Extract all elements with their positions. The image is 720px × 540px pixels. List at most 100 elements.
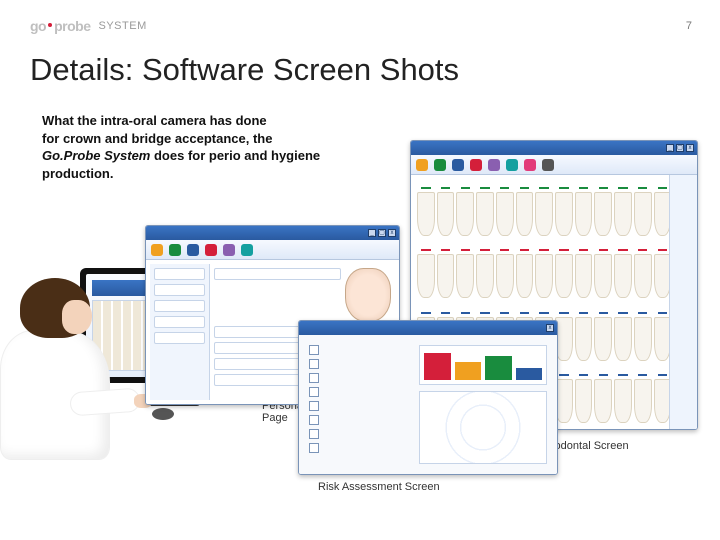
panel-item[interactable]	[154, 268, 205, 280]
page-number: 7	[686, 20, 692, 32]
tooth-icon[interactable]	[634, 317, 652, 361]
tooth-icon[interactable]	[417, 192, 435, 236]
lead-paragraph: What the intra-oral camera has done for …	[0, 88, 340, 182]
toolbar-icon[interactable]	[151, 244, 163, 256]
tooth-icon[interactable]	[614, 254, 632, 298]
tooth-icon[interactable]	[437, 192, 455, 236]
risk-checkbox[interactable]	[309, 373, 407, 383]
form-field[interactable]	[214, 268, 341, 280]
bar-icon	[455, 362, 482, 380]
lead-brand: Go.Probe System	[42, 148, 150, 163]
lead-line-2: for crown and bridge acceptance, the	[42, 131, 272, 146]
tooth-icon[interactable]	[496, 192, 514, 236]
toolbar-icon[interactable]	[434, 159, 446, 171]
lead-line-4: production.	[42, 166, 114, 181]
window-max-icon[interactable]: ▢	[378, 229, 386, 237]
risk-charts	[413, 339, 553, 470]
goprobe-logo: go probe	[30, 18, 91, 34]
tooth-icon[interactable]	[575, 192, 593, 236]
panel-item[interactable]	[154, 332, 205, 344]
risk-checkbox[interactable]	[309, 387, 407, 397]
panel-item[interactable]	[154, 284, 205, 296]
form-field[interactable]	[214, 358, 301, 370]
tooth-icon[interactable]	[555, 192, 573, 236]
panel-item[interactable]	[154, 316, 205, 328]
bar-icon	[485, 356, 512, 380]
tooth-icon[interactable]	[456, 254, 474, 298]
panel-item[interactable]	[154, 300, 205, 312]
tooth-icon[interactable]	[594, 379, 612, 423]
tooth-icon[interactable]	[634, 192, 652, 236]
tooth-icon[interactable]	[634, 254, 652, 298]
toolbar-icon[interactable]	[488, 159, 500, 171]
tooth-icon[interactable]	[437, 254, 455, 298]
window-min-icon[interactable]: _	[666, 144, 674, 152]
risk-checkbox[interactable]	[309, 443, 407, 453]
toolbar-icon[interactable]	[241, 244, 253, 256]
tooth-icon[interactable]	[516, 254, 534, 298]
window-titlebar: _ ▢ x	[411, 141, 697, 155]
teeth-row	[415, 242, 693, 301]
tooth-icon[interactable]	[476, 192, 494, 236]
toolbar-icon[interactable]	[542, 159, 554, 171]
tooth-icon[interactable]	[614, 192, 632, 236]
tooth-icon[interactable]	[634, 379, 652, 423]
slide-title: Details: Software Screen Shots	[0, 34, 720, 88]
tooth-icon[interactable]	[614, 379, 632, 423]
mouse-icon	[152, 408, 174, 420]
lead-line-3-tail: does for perio and hygiene	[150, 148, 320, 163]
risk-checkbox[interactable]	[309, 345, 407, 355]
toolbar-icon[interactable]	[416, 159, 428, 171]
screenshot-risk-assessment: x	[298, 320, 558, 475]
window-min-icon[interactable]: _	[368, 229, 376, 237]
caption-risk-assessment: Risk Assessment Screen	[318, 481, 440, 493]
tooth-icon[interactable]	[594, 254, 612, 298]
tooth-icon[interactable]	[456, 192, 474, 236]
arm	[69, 388, 141, 417]
toolbar-icon[interactable]	[452, 159, 464, 171]
risk-checkbox[interactable]	[309, 359, 407, 369]
risk-checkbox[interactable]	[309, 415, 407, 425]
toolbar-icon[interactable]	[524, 159, 536, 171]
slide-header: go probe SYSTEM	[0, 0, 720, 34]
toolbar-icon[interactable]	[205, 244, 217, 256]
tooth-icon[interactable]	[594, 317, 612, 361]
tooth-icon[interactable]	[476, 254, 494, 298]
form-field[interactable]	[214, 342, 301, 354]
app-toolbar	[146, 240, 399, 260]
face	[62, 300, 92, 334]
toolbar-icon[interactable]	[470, 159, 482, 171]
tooth-icon[interactable]	[575, 317, 593, 361]
tooth-icon[interactable]	[555, 254, 573, 298]
tooth-icon[interactable]	[575, 254, 593, 298]
tooth-icon[interactable]	[535, 192, 553, 236]
tooth-icon[interactable]	[516, 192, 534, 236]
logo-dot-icon	[48, 23, 52, 27]
person-figure	[0, 278, 110, 458]
toolbar-icon[interactable]	[169, 244, 181, 256]
risk-checkbox[interactable]	[309, 429, 407, 439]
window-max-icon[interactable]: ▢	[676, 144, 684, 152]
toolbar-icon[interactable]	[223, 244, 235, 256]
risk-checkbox[interactable]	[309, 401, 407, 411]
right-sidebar	[669, 175, 697, 429]
window-close-icon[interactable]: x	[686, 144, 694, 152]
window-close-icon[interactable]: x	[546, 324, 554, 332]
tooth-icon[interactable]	[535, 254, 553, 298]
window-close-icon[interactable]: x	[388, 229, 396, 237]
tooth-icon[interactable]	[496, 254, 514, 298]
toolbar-icon[interactable]	[506, 159, 518, 171]
tooth-icon[interactable]	[417, 254, 435, 298]
tooth-icon[interactable]	[614, 317, 632, 361]
form-field[interactable]	[214, 326, 301, 338]
system-label: SYSTEM	[99, 20, 147, 32]
risk-radar-chart	[419, 391, 547, 464]
app-toolbar	[411, 155, 697, 175]
bar-icon	[424, 353, 451, 380]
form-field[interactable]	[214, 374, 301, 386]
logo-go-text: go	[30, 18, 46, 34]
teeth-row	[415, 179, 693, 238]
tooth-icon[interactable]	[594, 192, 612, 236]
toolbar-icon[interactable]	[187, 244, 199, 256]
tooth-icon[interactable]	[575, 379, 593, 423]
